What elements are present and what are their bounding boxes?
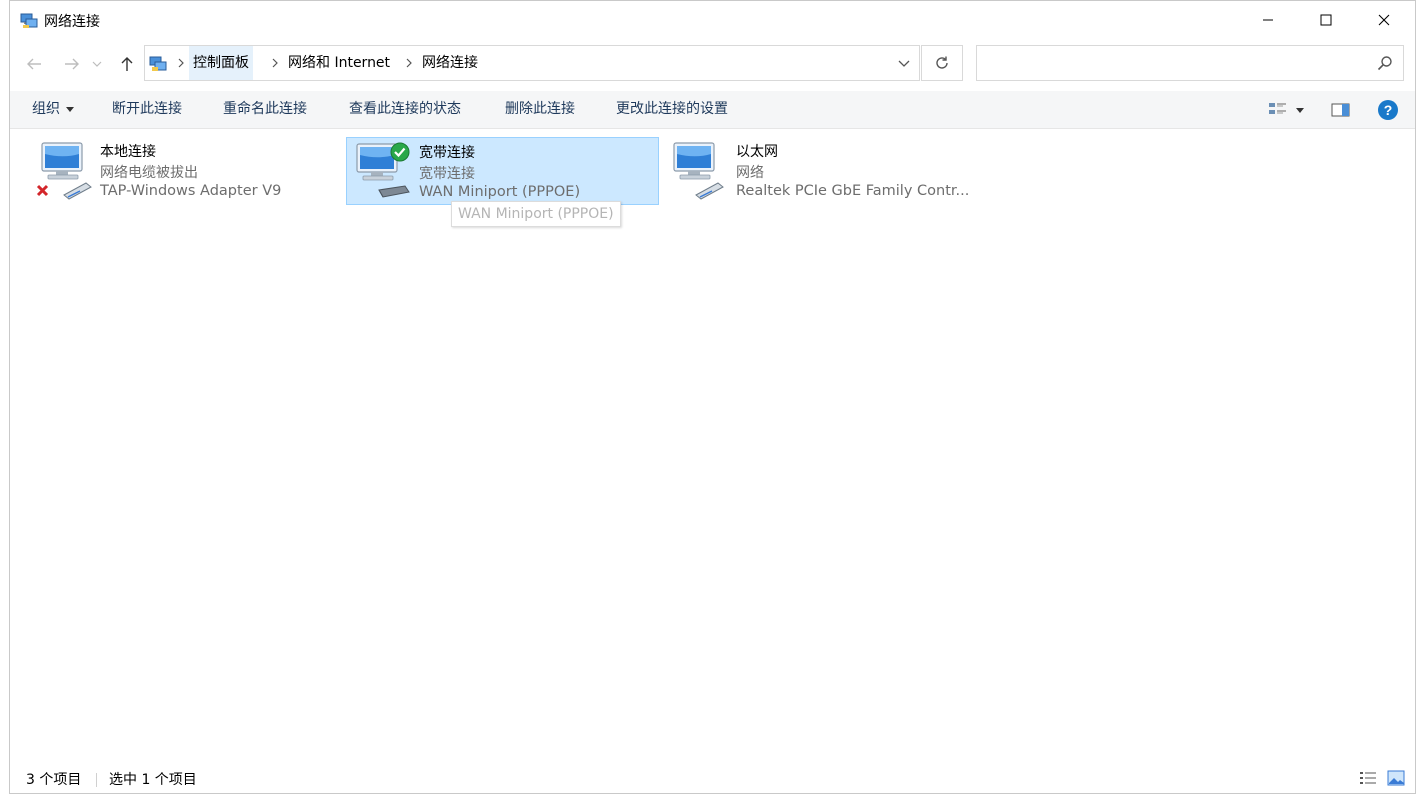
close-button[interactable]: [1355, 1, 1413, 39]
connection-name: 以太网: [736, 144, 778, 160]
arrow-left-icon: [27, 58, 41, 70]
maximize-button[interactable]: [1297, 1, 1355, 39]
forward-button[interactable]: [60, 51, 84, 77]
search-input[interactable]: [985, 54, 1369, 74]
command-bar: 组织 断开此连接 重命名此连接 查看此连接的状态 删除此连接 更改此连接的设置 …: [10, 91, 1415, 129]
preview-pane-icon: [1331, 103, 1350, 117]
chevron-right-icon[interactable]: [405, 56, 413, 70]
network-disconnected-icon: [36, 142, 92, 200]
network-connections-window: 网络连接 控制面板 网络和 Internet 网络连接 组织 断开此连接 重命名…: [9, 0, 1416, 794]
disconnect-button[interactable]: 断开此连接: [112, 91, 182, 128]
connection-item-local[interactable]: 本地连接 网络电缆被拔出 TAP-Windows Adapter V9: [28, 137, 342, 205]
large-icons-view-icon[interactable]: [1387, 770, 1405, 786]
refresh-icon: [936, 56, 948, 69]
device-tooltip: WAN Miniport (PPPOE): [451, 201, 621, 227]
broadband-connected-icon: [356, 142, 410, 198]
connection-device: Realtek PCIe GbE Family Contr...: [736, 183, 970, 199]
refresh-button[interactable]: [921, 45, 963, 81]
connection-device: TAP-Windows Adapter V9: [100, 183, 282, 199]
breadcrumb-network-internet[interactable]: 网络和 Internet: [284, 46, 394, 80]
status-divider: [96, 773, 97, 787]
organize-label: 组织: [32, 101, 60, 117]
network-folder-icon: [20, 13, 38, 28]
recent-locations-button[interactable]: [90, 51, 104, 77]
preview-pane-button[interactable]: [1328, 99, 1354, 121]
connection-status: 宽带连接: [419, 166, 475, 182]
rename-button[interactable]: 重命名此连接: [223, 91, 307, 128]
change-view-button[interactable]: [1262, 99, 1310, 121]
connection-device: WAN Miniport (PPPOE): [419, 184, 581, 200]
arrow-right-icon: [65, 58, 79, 70]
organize-menu[interactable]: 组织: [32, 91, 74, 128]
status-bar: 3 个项目 选中 1 个项目: [10, 765, 1415, 793]
ethernet-icon: [673, 142, 724, 200]
help-icon: ?: [1378, 100, 1398, 120]
connection-status: 网络电缆被拔出: [100, 165, 198, 181]
selected-count: 选中 1 个项目: [109, 772, 197, 788]
view-status-button[interactable]: 查看此连接的状态: [349, 91, 461, 128]
chevron-right-icon: [178, 58, 184, 68]
breadcrumb-control-panel[interactable]: 控制面板: [189, 46, 253, 80]
minimize-icon: [1263, 19, 1273, 21]
connection-item-broadband[interactable]: 宽带连接 宽带连接 WAN Miniport (PPPOE): [346, 137, 659, 205]
change-settings-button[interactable]: 更改此连接的设置: [616, 91, 728, 128]
connection-status: 网络: [736, 165, 764, 181]
minimize-button[interactable]: [1239, 1, 1297, 39]
back-button[interactable]: [22, 51, 46, 77]
caret-down-icon: [1296, 107, 1304, 113]
view-options-icon: [1269, 103, 1286, 114]
search-box[interactable]: [976, 45, 1404, 81]
chevron-right-icon[interactable]: [271, 56, 279, 70]
address-bar[interactable]: 控制面板 网络和 Internet 网络连接: [144, 45, 920, 81]
chevron-down-icon[interactable]: [895, 54, 913, 72]
details-view-icon[interactable]: [1359, 770, 1377, 786]
caret-down-icon: [66, 106, 74, 112]
connection-name: 本地连接: [100, 144, 156, 160]
help-button[interactable]: ?: [1376, 99, 1400, 121]
title-bar[interactable]: 网络连接: [10, 1, 1415, 39]
control-panel-icon: [149, 56, 167, 71]
close-icon: [1378, 14, 1390, 26]
window-title: 网络连接: [44, 14, 100, 30]
arrow-up-icon: [121, 57, 133, 71]
chevron-down-icon: [92, 61, 102, 67]
connection-name: 宽带连接: [419, 145, 475, 161]
item-count: 3 个项目: [26, 772, 82, 788]
up-button[interactable]: [115, 51, 139, 77]
connection-item-ethernet[interactable]: 以太网 网络 Realtek PCIe GbE Family Contr...: [664, 137, 978, 205]
breadcrumb-network-connections[interactable]: 网络连接: [418, 46, 482, 80]
search-icon[interactable]: [1377, 55, 1393, 71]
maximize-icon: [1320, 14, 1332, 26]
delete-button[interactable]: 删除此连接: [505, 91, 575, 128]
